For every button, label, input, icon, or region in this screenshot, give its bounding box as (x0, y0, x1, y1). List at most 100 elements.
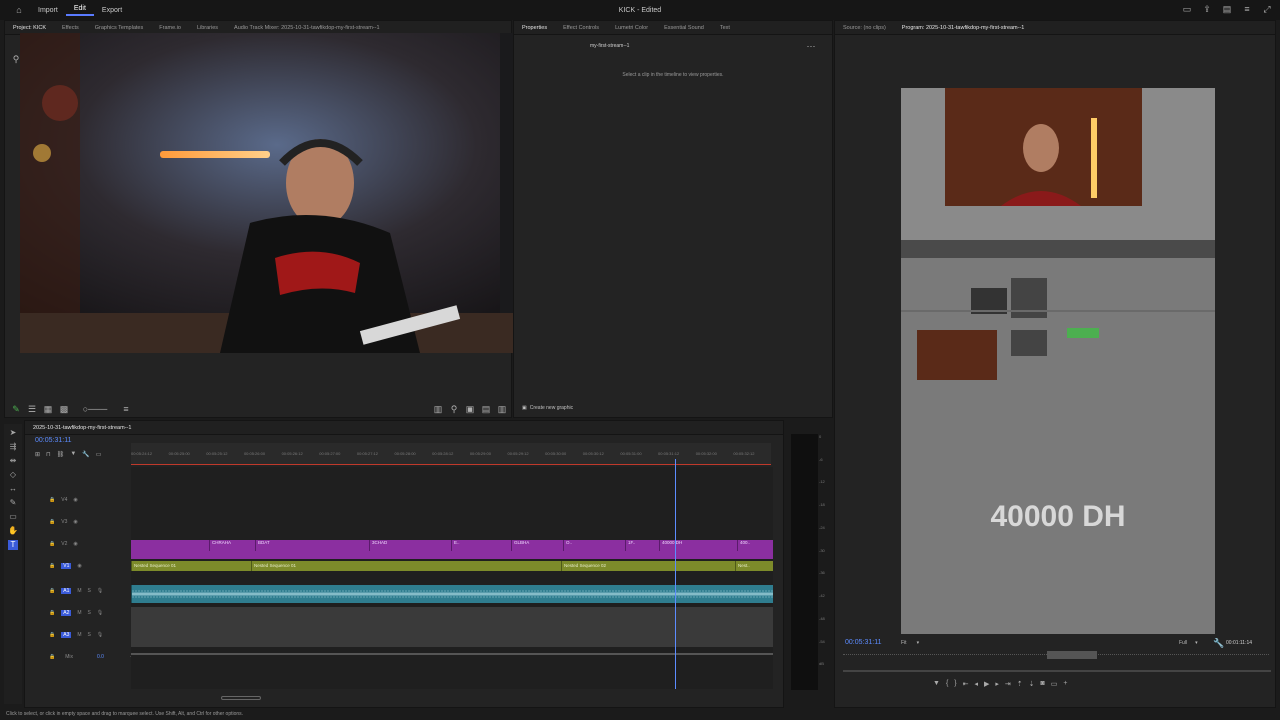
share-icon[interactable]: ⇪ (1202, 4, 1212, 14)
v2-clip[interactable]: GLBHA (511, 540, 551, 551)
track-a3[interactable]: 🔒 A3 M S 🎙 (49, 632, 103, 638)
mic-icon[interactable]: 🎙 (97, 632, 103, 638)
icon-view-icon[interactable]: ▦ (43, 404, 53, 414)
type-tool-icon[interactable]: T (8, 540, 18, 550)
lock-icon[interactable]: 🔒 (49, 632, 55, 638)
extract-icon[interactable]: ⇣ (1029, 680, 1035, 688)
timeline-settings-icon[interactable]: 🔧 (82, 451, 89, 458)
list-view-icon[interactable]: ☰ (27, 404, 37, 414)
tab-text[interactable]: Text (712, 25, 738, 31)
nested-sequence-clip[interactable]: Nested Sequence 02 (561, 561, 735, 571)
tab-audio-track-mixer[interactable]: Audio Track Mixer: 2025-10-31-tawfikdop-… (226, 25, 388, 31)
timeline-timecode[interactable]: 00:05:31:11 (35, 437, 71, 444)
solo-icon[interactable]: S (88, 610, 91, 616)
lock-icon[interactable]: 🔒 (49, 654, 55, 660)
program-work-area[interactable] (1047, 651, 1097, 659)
track-v3[interactable]: 🔒 V3 ◉ (49, 519, 78, 525)
solo-icon[interactable]: S (88, 632, 91, 638)
tab-source[interactable]: Source: (no clips) (835, 25, 894, 31)
rectangle-icon[interactable]: ▭ (8, 512, 18, 522)
pencil-icon[interactable]: ✎ (11, 404, 21, 414)
v2-clip[interactable]: O.. (563, 540, 579, 551)
snap-icon[interactable]: ⊓ (46, 451, 51, 458)
new-item-icon[interactable]: ▤ (481, 404, 491, 414)
mic-icon[interactable]: 🎙 (97, 610, 103, 616)
linked-select-icon[interactable]: ⛓ (57, 451, 65, 458)
step-back-icon[interactable]: ◂ (975, 680, 979, 688)
program-timecode[interactable]: 00:05:31:11 (845, 639, 881, 646)
go-to-in-icon[interactable]: ⇤ (963, 680, 969, 688)
mic-icon[interactable]: 🎙 (97, 588, 103, 594)
step-forward-icon[interactable]: ▸ (995, 680, 999, 688)
tab-properties[interactable]: Properties (514, 25, 555, 31)
out-point-icon[interactable]: } (954, 680, 956, 688)
track-area[interactable]: CHRAHA BDAT 3CHAD E.. GLBHA O.. 1F.. 400… (131, 459, 773, 689)
menu-export[interactable]: Export (94, 7, 130, 14)
home-icon[interactable]: ⌂ (14, 5, 24, 15)
nested-sequence-clip[interactable]: Nest.. (735, 561, 773, 571)
nest-icon[interactable]: ⊞ (35, 451, 40, 458)
zoom-select[interactable]: Fit ▾ (901, 640, 919, 646)
nested-sequence-clip[interactable]: Nested Sequence 01 (251, 561, 561, 571)
nested-sequence-clip[interactable]: Nested Sequence 01 (131, 561, 251, 571)
marker-icon[interactable]: ▼ (933, 680, 940, 688)
track-a1[interactable]: 🔒 A1 M S 🎙 (49, 588, 103, 594)
tab-graphics-templates[interactable]: Graphics Templates (87, 25, 152, 31)
hand-icon[interactable]: ✋ (8, 526, 18, 536)
tab-sequence[interactable]: 2025-10-31-tawfikdop-my-first-stream--1 (25, 425, 139, 431)
in-point-icon[interactable]: { (946, 680, 948, 688)
wrench-icon[interactable]: 🔧 (1213, 638, 1224, 648)
lock-icon[interactable]: 🔒 (49, 563, 55, 569)
mute-icon[interactable]: M (77, 610, 81, 616)
tab-libraries[interactable]: Libraries (189, 25, 226, 31)
find-icon[interactable]: ⚲ (449, 404, 459, 414)
add-icon[interactable]: + (1063, 680, 1067, 688)
razor-icon[interactable]: ◇ (8, 470, 18, 480)
lock-icon[interactable]: 🔒 (49, 497, 55, 503)
track-v4[interactable]: 🔒 V4 ◉ (49, 497, 78, 503)
v2-clip[interactable]: 40000 DH (659, 540, 719, 551)
menu-import[interactable]: Import (30, 7, 66, 14)
tab-program[interactable]: Program: 2025-10-31-tawfikdop-my-first-s… (894, 25, 1033, 31)
tab-effect-controls[interactable]: Effect Controls (555, 25, 607, 31)
lock-icon[interactable]: 🔒 (49, 519, 55, 525)
play-icon[interactable]: ▶ (984, 680, 989, 688)
selection-tool-icon[interactable]: ➤ (8, 428, 18, 438)
tab-project[interactable]: Project: KICK (5, 25, 54, 31)
lock-icon[interactable]: 🔒 (49, 588, 55, 594)
track-a2[interactable]: 🔒 A2 M S 🎙 (49, 610, 103, 616)
sort-icon[interactable]: ≡ (121, 404, 131, 414)
lift-icon[interactable]: ⇡ (1017, 680, 1023, 688)
lock-icon[interactable]: 🔒 (49, 541, 55, 547)
quick-export-icon[interactable]: ▤ (1222, 4, 1232, 14)
tab-lumetri-color[interactable]: Lumetri Color (607, 25, 656, 31)
export-frame-icon[interactable]: ◙ (1041, 680, 1045, 688)
menu-edit[interactable]: Edit (65, 5, 94, 16)
v2-clip[interactable]: E.. (451, 540, 471, 551)
create-graphic-button[interactable]: ▣ Create new graphic (522, 405, 573, 411)
v2-clip[interactable]: BDAT (255, 540, 295, 551)
automate-icon[interactable]: ▥ (433, 404, 443, 414)
tab-frameio[interactable]: Frame.io (151, 25, 189, 31)
mute-icon[interactable]: M (77, 588, 81, 594)
track-select-icon[interactable]: ⇶ (8, 442, 18, 452)
v2-clip[interactable]: CHRAHA (209, 540, 249, 551)
tab-effects[interactable]: Effects (54, 25, 87, 31)
solo-icon[interactable]: S (88, 588, 91, 594)
menu-icon[interactable]: ≡ (1242, 4, 1252, 14)
track-mix[interactable]: 🔒Mix0.0⇥ (49, 654, 134, 660)
compare-icon[interactable]: ▭ (1051, 680, 1058, 688)
eye-icon[interactable]: ◉ (73, 541, 77, 547)
mix-value[interactable]: 0.0 (97, 654, 104, 660)
slip-icon[interactable]: ↔ (8, 484, 18, 494)
lock-icon[interactable]: 🔒 (49, 610, 55, 616)
track-v2[interactable]: 🔒 V2 ◉ (49, 541, 78, 547)
eye-icon[interactable]: ◉ (73, 519, 77, 525)
trash-icon[interactable]: ▥ (497, 404, 507, 414)
freeform-view-icon[interactable]: ▩ (59, 404, 69, 414)
pen-icon[interactable]: ✎ (8, 498, 18, 508)
tab-essential-sound[interactable]: Essential Sound (656, 25, 712, 31)
track-v1[interactable]: 🔒 V1 ◉ (49, 563, 82, 569)
add-marker-icon[interactable]: ▼ (70, 451, 76, 458)
audio-clip[interactable] (131, 585, 773, 603)
